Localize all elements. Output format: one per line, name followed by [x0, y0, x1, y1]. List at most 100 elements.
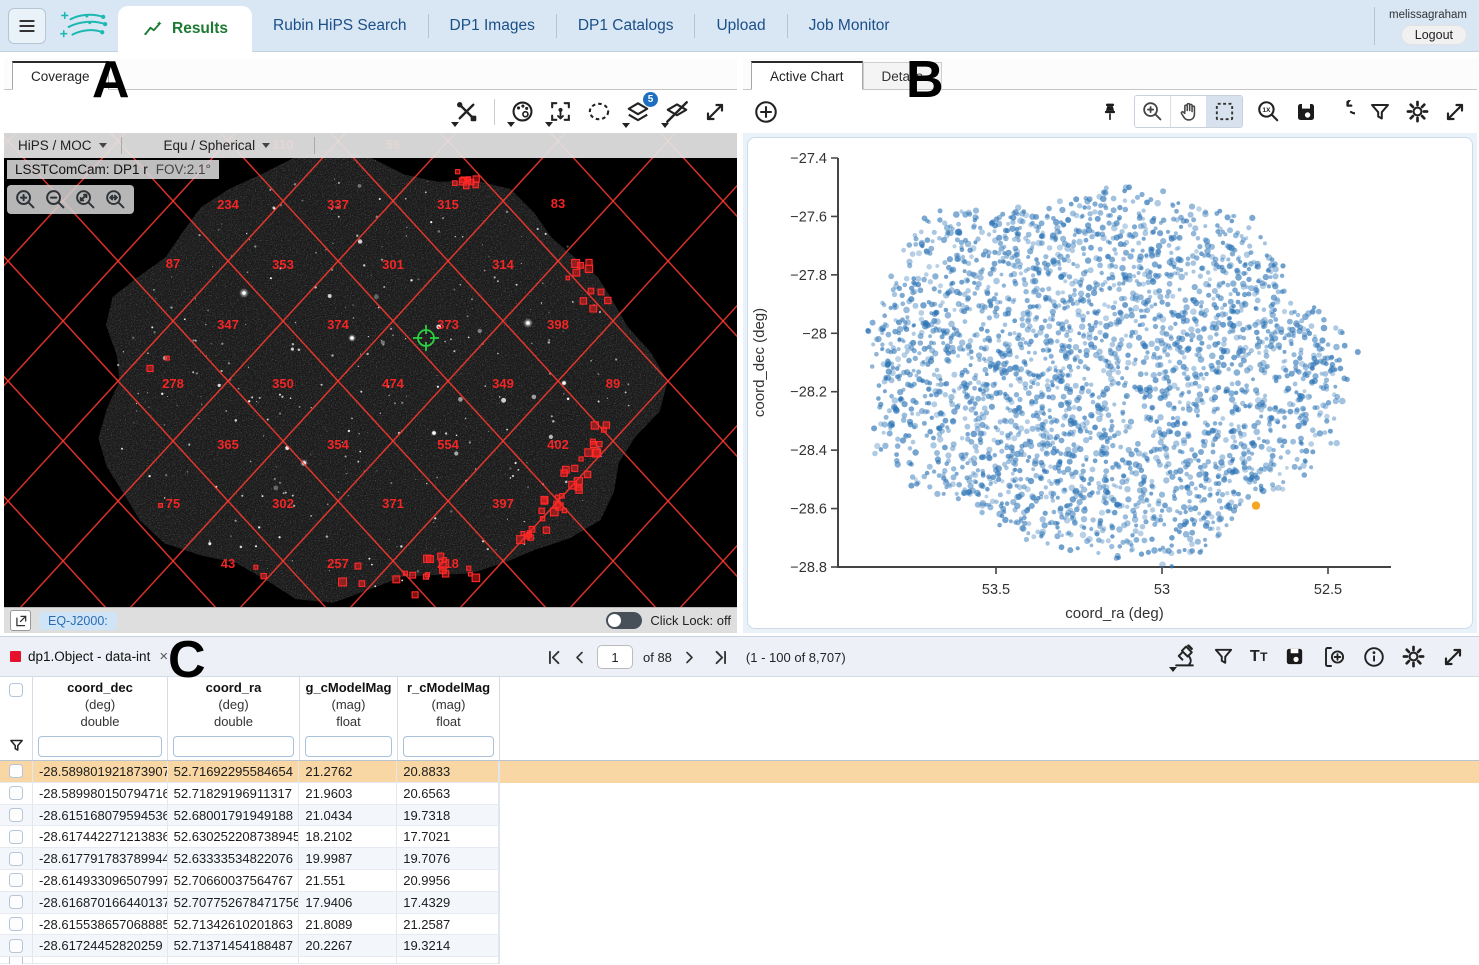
nav-tab-job-monitor[interactable]: Job Monitor [788, 0, 911, 52]
table-color-swatch [10, 651, 21, 662]
zoom-mode-icon[interactable] [1135, 96, 1170, 127]
zoom-original-icon[interactable]: 1X [1256, 99, 1281, 124]
center-image-icon[interactable] [548, 99, 573, 124]
nav-tab-results[interactable]: Results [118, 6, 252, 52]
hips-moc-dropdown[interactable]: HiPS / MOC [4, 133, 121, 158]
row-checkbox[interactable] [9, 895, 23, 909]
table-row[interactable]: -28.61493309650799752.7066003756476721.5… [0, 870, 1479, 892]
add-chart-icon[interactable] [753, 99, 779, 125]
divider [314, 137, 315, 154]
svg-text:43: 43 [221, 556, 235, 571]
column-header-r-cmodelmag[interactable]: r_cModelMag (mag) float [398, 677, 500, 733]
row-checkbox[interactable] [9, 764, 23, 778]
expand-icon[interactable] [1441, 645, 1465, 669]
sky-coverage-image[interactable]: 1105623433731583873533013143473743733982… [4, 133, 737, 607]
zoom-in-icon[interactable] [14, 188, 37, 211]
row-checkbox[interactable] [9, 939, 23, 953]
cell-coord_dec: -28.617442271213836 [33, 826, 168, 848]
layers-off-icon[interactable] [664, 99, 690, 125]
table-row[interactable]: -28.61779178378994452.6333353482207619.9… [0, 848, 1479, 870]
row-checkbox[interactable] [9, 786, 23, 800]
close-icon[interactable]: × [159, 648, 168, 665]
row-range-label: (1 - 100 of 8,707) [746, 650, 846, 665]
zoom-fill-icon[interactable] [104, 188, 127, 211]
cell-r_cModelMag: 20.8833 [397, 761, 499, 783]
svg-text:53.5: 53.5 [982, 582, 1010, 598]
filter-icon[interactable] [1212, 645, 1235, 668]
filter-input-g-cmodelmag[interactable] [305, 736, 392, 757]
table-row[interactable]: -28.58998015079471652.7182919691131721.9… [0, 783, 1479, 805]
annotation-c: C [168, 634, 206, 686]
select-area-mode-icon[interactable] [1206, 96, 1242, 127]
rubin-logo [58, 7, 108, 45]
table-row-partial[interactable] [0, 957, 1479, 964]
settings-icon[interactable] [1405, 99, 1430, 124]
cell-coord_dec: -28.615538657068885 [33, 914, 168, 936]
table-row[interactable]: -28.61553865706888552.7134261020186321.8… [0, 914, 1479, 936]
svg-text:234: 234 [217, 197, 239, 212]
svg-text:1X: 1X [1262, 107, 1271, 114]
layers-icon[interactable]: 5 [625, 99, 651, 125]
nav-tab-upload[interactable]: Upload [695, 0, 786, 52]
table-row[interactable]: -28.61516807959453652.6800179194918821.0… [0, 805, 1479, 827]
chevron-down-icon [262, 143, 270, 148]
table-title: dp1.Object - data-int [28, 649, 150, 664]
row-checkbox[interactable] [9, 873, 23, 887]
cell-coord_ra: 52.71342610201863 [168, 914, 300, 936]
table-row[interactable]: -28.61687016644013752.70775267847175617.… [0, 892, 1479, 914]
nav-tab-dp1-catalogs[interactable]: DP1 Catalogs [557, 0, 695, 52]
restore-icon[interactable] [1331, 100, 1355, 124]
add-column-icon[interactable] [1321, 645, 1347, 669]
settings-icon[interactable] [1401, 644, 1426, 669]
row-checkbox[interactable] [9, 808, 23, 822]
external-link-button[interactable] [10, 610, 31, 631]
tools-icon[interactable] [454, 99, 479, 124]
svg-text:347: 347 [217, 317, 239, 332]
row-checkbox[interactable] [9, 830, 23, 844]
row-checkbox[interactable] [9, 852, 23, 866]
table-row[interactable]: -28.58980192187390752.7169229558465421.2… [0, 761, 1479, 783]
projection-dropdown[interactable]: Equ / Spherical [150, 133, 285, 158]
filter-input-r-cmodelmag[interactable] [403, 736, 494, 757]
click-lock-toggle[interactable] [606, 612, 642, 629]
svg-text:402: 402 [547, 437, 569, 452]
cell-r_cModelMag: 17.7021 [397, 826, 499, 848]
logout-button[interactable]: Logout [1401, 25, 1467, 45]
page-number-input[interactable] [597, 645, 633, 669]
column-header-coord-dec[interactable]: coord_dec (deg) double [33, 677, 168, 733]
expand-icon[interactable] [1443, 100, 1467, 124]
filter-input-coord-ra[interactable] [173, 736, 294, 757]
previous-page-icon[interactable] [572, 650, 587, 665]
info-icon[interactable] [1362, 645, 1386, 669]
filter-input-coord-dec[interactable] [38, 736, 162, 757]
first-page-icon[interactable] [545, 649, 562, 666]
menu-button[interactable] [8, 8, 46, 44]
last-page-icon[interactable] [713, 649, 730, 666]
text-view-icon[interactable]: TT [1250, 648, 1268, 666]
select-all-checkbox[interactable] [9, 683, 23, 697]
pin-icon[interactable] [1099, 100, 1121, 124]
chevron-down-icon [99, 143, 107, 148]
save-icon[interactable] [1294, 100, 1318, 124]
tab-active-chart[interactable]: Active Chart [751, 61, 863, 90]
nav-tab-dp1-images[interactable]: DP1 Images [429, 0, 556, 52]
scatter-chart[interactable]: −27.4−27.6−27.8−28−28.2−28.4−28.6−28.853… [747, 137, 1473, 629]
zoom-fit-icon[interactable] [74, 188, 97, 211]
color-palette-icon[interactable] [510, 99, 535, 124]
microscope-icon[interactable] [1172, 644, 1197, 669]
table-row[interactable]: -28.61744227121383652.63025220873894518.… [0, 826, 1479, 848]
next-page-icon[interactable] [682, 650, 697, 665]
zoom-out-icon[interactable] [44, 188, 67, 211]
table-tab[interactable]: dp1.Object - data-int × [10, 648, 168, 665]
pan-mode-icon[interactable] [1170, 96, 1206, 127]
select-region-icon[interactable] [586, 99, 612, 124]
expand-icon[interactable] [703, 100, 727, 124]
cell-coord_ra: 52.70660037564767 [168, 870, 300, 892]
save-icon[interactable] [1283, 645, 1306, 668]
table-row[interactable]: -28.6172445282025952.7137145418848720.22… [0, 935, 1479, 957]
filter-icon[interactable] [1368, 100, 1392, 124]
nav-tab-rubin-hips-search[interactable]: Rubin HiPS Search [252, 0, 428, 52]
row-checkbox[interactable] [9, 917, 23, 931]
svg-text:89: 89 [606, 376, 620, 391]
column-header-g-cmodelmag[interactable]: g_cModelMag (mag) float [300, 677, 398, 733]
